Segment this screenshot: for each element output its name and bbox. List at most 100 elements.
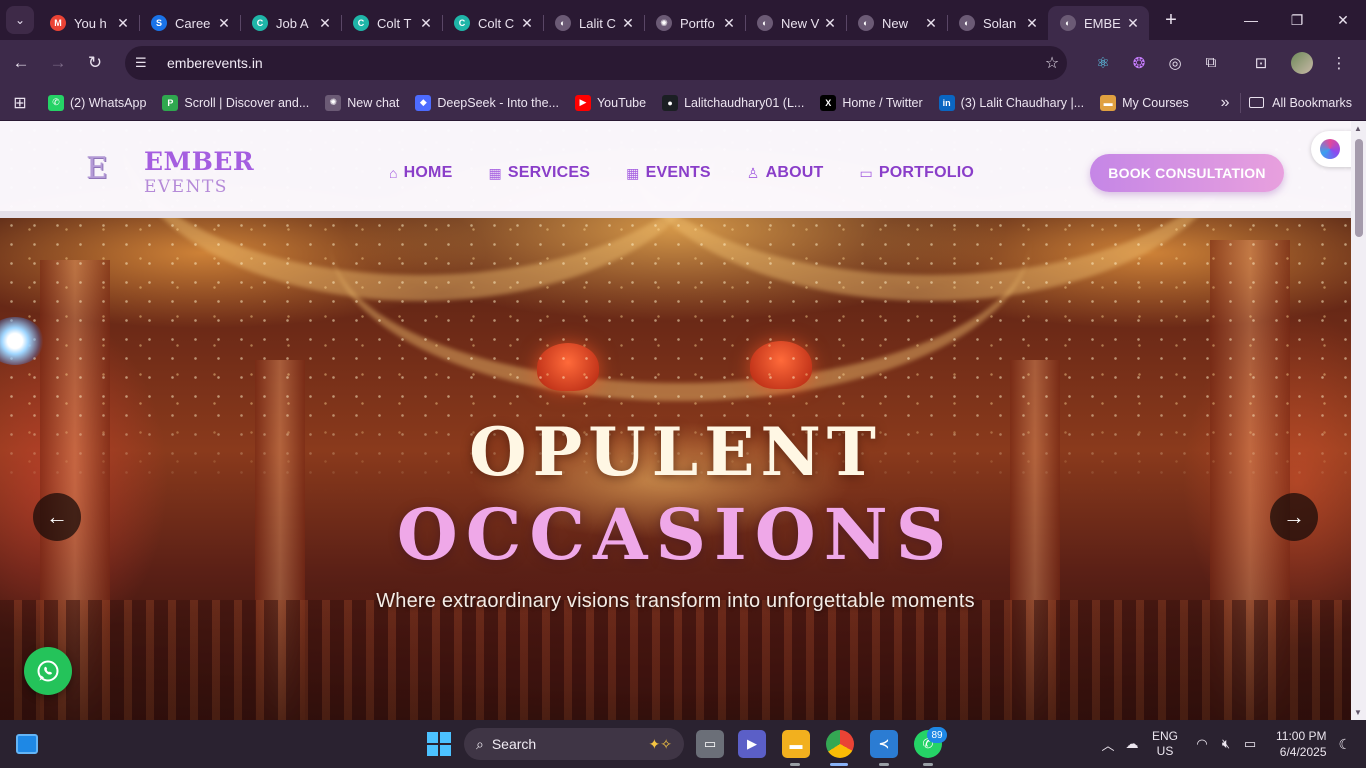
scroll-up-icon[interactable]: ▲ (1354, 124, 1362, 133)
browser-toolbar: ← → ↻ ☰ emberevents.in ☆ ⚛ ❂ ◎ ⧉ ⊡ ⋮ (0, 40, 1366, 85)
browser-menu-icon[interactable]: ⋮ (1321, 48, 1357, 78)
close-window-icon[interactable]: ✕ (1320, 0, 1366, 40)
volume-muted-icon[interactable]: 🔇︎ (1214, 736, 1238, 752)
bookmark-item[interactable]: ▶ YouTube (567, 89, 654, 117)
nav-portfolio[interactable]: ▭ PORTFOLIO (859, 164, 974, 182)
close-tab-icon[interactable]: ✕ (418, 15, 434, 32)
bookmark-item[interactable]: ▬ My Courses (1092, 89, 1197, 117)
browser-tab[interactable]: ◐ Lalit C ✕ (543, 6, 644, 40)
page-scrollbar[interactable]: ▲ ▼ (1351, 121, 1366, 720)
reload-icon[interactable]: ↻ (79, 47, 111, 79)
more-bookmarks-icon[interactable]: » (1210, 94, 1240, 112)
restore-icon[interactable]: ❐ (1274, 0, 1320, 40)
apps-grid-icon[interactable]: ⊞ (0, 93, 40, 113)
book-consultation-button[interactable]: BOOK CONSULTATION (1090, 154, 1284, 192)
browser-tab[interactable]: ◐ New V ✕ (745, 6, 846, 40)
whatsapp-chat-button[interactable] (24, 647, 72, 695)
clock-time: 11:00 PM (1276, 729, 1327, 743)
nav-about[interactable]: ♙ ABOUT (747, 164, 824, 182)
globe-icon: ◐ (757, 15, 773, 31)
language-indicator[interactable]: ENG US (1152, 729, 1178, 759)
windows-start-icon[interactable] (427, 732, 451, 756)
vscode-icon[interactable]: ≺ (870, 730, 898, 758)
tab-search-dropdown-icon[interactable]: ⌄ (6, 6, 34, 34)
bookmark-label: DeepSeek - Into the... (437, 95, 559, 110)
page-viewport: E EMBER EVENTS ⌂ HOME ▦ SERVICES ▦ EVENTS ♙ ABO… (0, 121, 1351, 720)
widgets-icon[interactable] (16, 734, 38, 754)
minimize-icon[interactable]: — (1228, 0, 1274, 40)
browser-tab[interactable]: ◐ Solan ✕ (947, 6, 1048, 40)
side-widget-tab[interactable] (1311, 131, 1351, 167)
forward-icon[interactable]: → (42, 47, 74, 79)
chat-icon: ▭ (859, 164, 873, 181)
close-tab-icon[interactable]: ✕ (115, 15, 131, 32)
close-tab-icon[interactable]: ✕ (620, 15, 636, 32)
next-slide-button[interactable]: → (1270, 493, 1318, 541)
clock[interactable]: 11:00 PM 6/4/2025 (1276, 728, 1326, 760)
scrollbar-thumb[interactable] (1355, 139, 1363, 237)
meet-icon[interactable]: ▶ (738, 730, 766, 758)
close-tab-icon[interactable]: ✕ (317, 15, 333, 32)
back-icon[interactable]: ← (5, 47, 37, 79)
react-devtools-icon[interactable]: ⚛ (1085, 48, 1121, 78)
browser-tab[interactable]: S Caree ✕ (139, 6, 240, 40)
notifications-moon-icon[interactable]: ☾ (1339, 736, 1352, 753)
tab-list: M You h ✕ S Caree ✕ C Job A ✕ C Colt T ✕ C Colt C ✕ ◐ La… (38, 0, 1149, 40)
browser-tab[interactable]: ◐ New ✕ (846, 6, 947, 40)
browser-tab[interactable]: C Job A ✕ (240, 6, 341, 40)
nav-home[interactable]: ⌂ HOME (389, 164, 452, 182)
browser-tab[interactable]: C Colt T ✕ (341, 6, 442, 40)
site-info-icon[interactable]: ☰ (135, 55, 159, 71)
close-tab-icon[interactable]: ✕ (216, 15, 232, 32)
url-text[interactable]: emberevents.in (167, 55, 1037, 71)
browser-tab[interactable]: ◐ EMBE ✕ (1048, 6, 1149, 40)
close-tab-icon[interactable]: ✕ (822, 15, 838, 32)
nav-services[interactable]: ▦ SERVICES (488, 164, 590, 182)
bookmark-item[interactable]: ◆ DeepSeek - Into the... (407, 89, 567, 117)
extensions-puzzle-icon[interactable]: ⧉ (1193, 48, 1229, 78)
file-explorer-icon[interactable]: ▬ (782, 730, 810, 758)
all-bookmarks-button[interactable]: All Bookmarks (1240, 92, 1366, 113)
active-indicator (830, 763, 848, 766)
tab-title: Colt T (377, 15, 412, 31)
screenshot-icon[interactable]: ⊡ (1243, 48, 1279, 78)
extension-target-icon[interactable]: ◎ (1157, 48, 1193, 78)
bookmark-item[interactable]: ● Lalitchaudhary01 (L... (654, 89, 812, 117)
close-tab-icon[interactable]: ✕ (519, 15, 535, 32)
onedrive-icon[interactable]: ☁ (1120, 736, 1144, 752)
task-view-icon[interactable]: ▭ (696, 730, 724, 758)
bookmark-item[interactable]: P Scroll | Discover and... (154, 89, 317, 117)
wifi-icon[interactable]: ◠ (1190, 736, 1214, 752)
bookmark-label: New chat (347, 95, 400, 110)
chrome-icon[interactable] (826, 730, 854, 758)
close-tab-icon[interactable]: ✕ (721, 15, 737, 32)
bookmark-item[interactable]: ✆ (2) WhatsApp (40, 89, 154, 117)
nav-events[interactable]: ▦ EVENTS (626, 164, 711, 182)
logo-icon[interactable]: E (86, 151, 112, 187)
close-tab-icon[interactable]: ✕ (1125, 15, 1141, 32)
browser-tab[interactable]: M You h ✕ (38, 6, 139, 40)
address-bar[interactable]: ☰ emberevents.in ☆ (125, 45, 1067, 80)
battery-icon[interactable]: ▭ (1238, 736, 1262, 752)
bookmark-item[interactable]: X Home / Twitter (812, 89, 930, 117)
extension-brain-icon[interactable]: ❂ (1121, 48, 1157, 78)
close-tab-icon[interactable]: ✕ (1024, 15, 1040, 32)
bookmark-favicon-icon: in (938, 94, 955, 111)
logo-name[interactable]: EMBER (144, 147, 254, 176)
hero-title-line-1: OPULENT (469, 413, 882, 491)
bookmark-item[interactable]: ✺ New chat (317, 89, 407, 117)
tab-title: Job A (276, 15, 309, 31)
previous-slide-button[interactable]: ← (33, 493, 81, 541)
bookmark-star-icon[interactable]: ☆ (1037, 53, 1067, 73)
profile-avatar[interactable] (1291, 51, 1313, 74)
taskbar-search-box[interactable]: ⌕ Search ✦✧ (464, 728, 684, 760)
bookmark-item[interactable]: in (3) Lalit Chaudhary |... (931, 89, 1092, 117)
close-tab-icon[interactable]: ✕ (923, 15, 939, 32)
browser-tab[interactable]: ✺ Portfo ✕ (644, 6, 745, 40)
nav-label: PORTFOLIO (878, 164, 975, 181)
browser-tab[interactable]: C Colt C ✕ (442, 6, 543, 40)
scroll-down-icon[interactable]: ▼ (1354, 708, 1362, 717)
chevron-up-icon[interactable]: ︿ (1096, 735, 1120, 754)
careers-icon: S (151, 15, 167, 31)
new-tab-button[interactable]: + (1157, 6, 1185, 34)
